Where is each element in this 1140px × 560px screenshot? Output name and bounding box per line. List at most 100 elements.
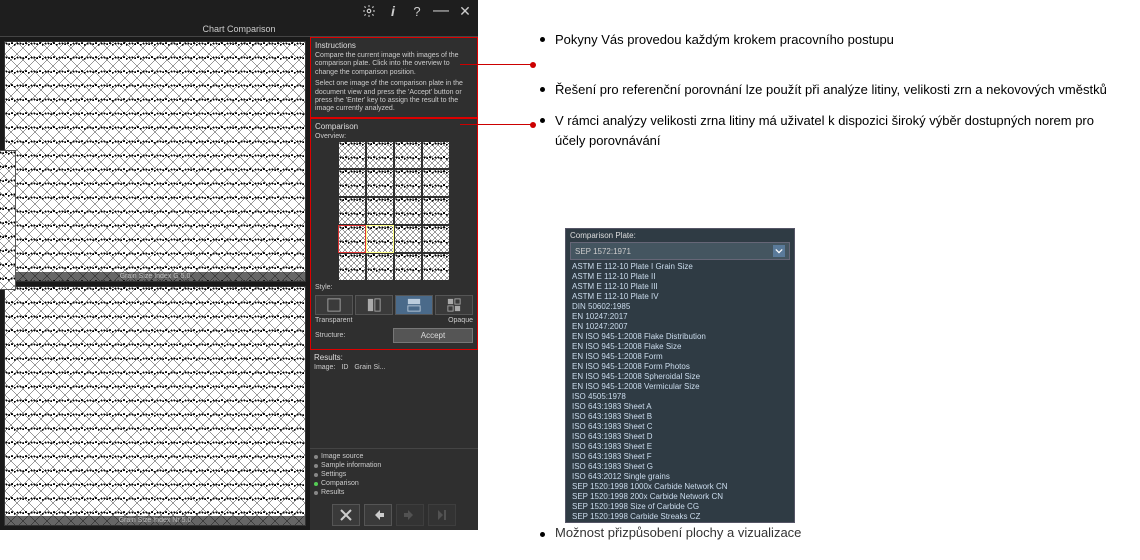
style-btn-2[interactable]: [355, 295, 393, 315]
leader-2: [460, 124, 532, 125]
comparison-header: Comparison: [315, 122, 473, 131]
forward-button[interactable]: [396, 504, 424, 526]
style-label: Style:: [315, 284, 473, 291]
sidebar: Instructions Compare the current image w…: [310, 37, 478, 530]
dropdown-item[interactable]: SEP 1520:1998 Carbide Streaks CZ: [570, 512, 790, 522]
nav-image-source[interactable]: Image source: [314, 452, 474, 461]
instructions-header: Instructions: [315, 41, 473, 50]
app-main: i ? — ✕ Chart Comparison Grain Size Inde…: [0, 0, 478, 530]
dropdown-item[interactable]: EN ISO 945-1:2008 Vermicular Size: [570, 382, 790, 392]
comparison-plate-dropdown: Comparison Plate: SEP 1572:1971 ASTM E 1…: [565, 228, 795, 523]
image-frame-2[interactable]: Grain Size Index Nr 5.0: [4, 286, 306, 527]
annotations: Pokyny Vás provedou každým krokem pracov…: [540, 30, 1120, 162]
plate-cell[interactable]: [395, 142, 421, 168]
dropdown-item[interactable]: EN ISO 945-1:2008 Spheroidal Size: [570, 372, 790, 382]
dropdown-item[interactable]: ASTM E 112-10 Plate I Grain Size: [570, 262, 790, 272]
plate-cell[interactable]: [423, 198, 449, 224]
results-grain-label: Grain Si...: [354, 364, 385, 371]
dropdown-item[interactable]: EN ISO 945-1:2008 Flake Size: [570, 342, 790, 352]
plate-cell-selected[interactable]: [339, 226, 365, 252]
chevron-down-icon[interactable]: [773, 245, 785, 257]
dropdown-item[interactable]: EN ISO 945-1:2008 Flake Distribution: [570, 332, 790, 342]
plate-cell[interactable]: [339, 198, 365, 224]
nav-sample-info[interactable]: Sample information: [314, 461, 474, 470]
plate-cell[interactable]: [395, 254, 421, 280]
dropdown-item[interactable]: EN 10247:2007: [570, 322, 790, 332]
plate-cell[interactable]: [339, 170, 365, 196]
dropdown-item[interactable]: ISO 643:1983 Sheet E: [570, 442, 790, 452]
plate-cell[interactable]: [339, 142, 365, 168]
dropdown-item[interactable]: ISO 4505:1978: [570, 392, 790, 402]
slider-right-label: Opaque: [448, 317, 473, 324]
help-icon[interactable]: ?: [410, 4, 424, 18]
dropdown-item[interactable]: EN 10247:2017: [570, 312, 790, 322]
plate-cell[interactable]: [367, 254, 393, 280]
structure-label: Structure:: [315, 328, 389, 343]
accept-button[interactable]: Accept: [393, 328, 473, 343]
dropdown-item[interactable]: ISO 643:1983 Sheet B: [570, 412, 790, 422]
nav-results[interactable]: Results: [314, 488, 474, 497]
annotation-1: Pokyny Vás provedou každým krokem pracov…: [540, 30, 1120, 50]
style-btn-3[interactable]: [395, 295, 433, 315]
plate-cell[interactable]: [395, 198, 421, 224]
plate-cell[interactable]: [423, 142, 449, 168]
instructions-text-2: Select one image of the comparison plate…: [315, 80, 473, 114]
instructions-section: Instructions Compare the current image w…: [310, 37, 478, 118]
dropdown-item[interactable]: ISO 643:1983 Sheet C: [570, 422, 790, 432]
dropdown-selected[interactable]: SEP 1572:1971: [570, 242, 790, 260]
plate-cell[interactable]: [423, 254, 449, 280]
app-window: i ? — ✕ Chart Comparison Grain Size Inde…: [0, 0, 478, 530]
dropdown-item[interactable]: ISO 643:1983 Sheet G: [570, 462, 790, 472]
plate-cell[interactable]: [367, 198, 393, 224]
plate-cell[interactable]: [395, 226, 421, 252]
dropdown-item[interactable]: ASTM E 112-10 Plate IV: [570, 292, 790, 302]
image-sliver: [0, 150, 16, 290]
plate-cell[interactable]: [423, 226, 449, 252]
results-section: Results: Image: ID Grain Si...: [310, 350, 478, 448]
results-header: Results:: [314, 353, 474, 362]
plate-cell[interactable]: [367, 170, 393, 196]
dropdown-item[interactable]: ISO 643:1983 Sheet D: [570, 432, 790, 442]
plate-cell[interactable]: [339, 254, 365, 280]
annotation-2: Řešení pro referenční porovnání lze použ…: [540, 80, 1120, 100]
forward-end-button[interactable]: [428, 504, 456, 526]
plate-cell[interactable]: [367, 142, 393, 168]
results-id-label: ID: [341, 364, 348, 371]
dropdown-item[interactable]: SEP 1520:1998 Size of Carbide CG: [570, 502, 790, 512]
back-button[interactable]: [364, 504, 392, 526]
comparison-plate-grid[interactable]: [339, 142, 449, 280]
image-frame-1[interactable]: Grain Size Index G 5.0: [4, 41, 306, 282]
nav-comparison[interactable]: Comparison: [314, 479, 474, 488]
cancel-button[interactable]: [332, 504, 360, 526]
dropdown-item[interactable]: DIN 50602:1985: [570, 302, 790, 312]
nav-section: Image source Sample information Settings…: [310, 448, 478, 500]
image-viewer: Grain Size Index G 5.0 Grain Size Index …: [0, 37, 310, 530]
style-btn-1[interactable]: [315, 295, 353, 315]
dropdown-list[interactable]: ASTM E 112-10 Plate I Grain SizeASTM E 1…: [566, 262, 794, 522]
dropdown-item[interactable]: EN ISO 945-1:2008 Form: [570, 352, 790, 362]
dropdown-item[interactable]: ASTM E 112-10 Plate III: [570, 282, 790, 292]
dropdown-item[interactable]: ISO 643:1983 Sheet A: [570, 402, 790, 412]
panel-title: Chart Comparison: [0, 22, 478, 37]
plate-cell[interactable]: [395, 170, 421, 196]
dropdown-item[interactable]: ISO 643:1983 Sheet F: [570, 452, 790, 462]
opacity-slider-row[interactable]: Transparent Opaque: [315, 317, 473, 324]
titlebar: i ? — ✕: [0, 0, 478, 22]
dropdown-item[interactable]: ASTM E 112-10 Plate II: [570, 272, 790, 282]
close-icon[interactable]: ✕: [458, 4, 472, 18]
slider-left-label: Transparent: [315, 317, 352, 324]
plate-cell[interactable]: [423, 170, 449, 196]
gear-icon[interactable]: [362, 4, 376, 18]
annotation-3: V rámci analýzy velikosti zrna litiny má…: [540, 111, 1120, 150]
style-btn-4[interactable]: [435, 295, 473, 315]
info-icon[interactable]: i: [386, 4, 400, 18]
image-caption-2: Grain Size Index Nr 5.0: [5, 516, 305, 525]
dropdown-item[interactable]: EN ISO 945-1:2008 Form Photos: [570, 362, 790, 372]
minimize-icon[interactable]: —: [434, 4, 448, 18]
dropdown-item[interactable]: SEP 1520:1998 1000x Carbide Network CN: [570, 482, 790, 492]
dropdown-item[interactable]: SEP 1520:1998 200x Carbide Network CN: [570, 492, 790, 502]
overview-label: Overview:: [315, 133, 473, 140]
dropdown-item[interactable]: ISO 643:2012 Single grains: [570, 472, 790, 482]
plate-cell-highlight[interactable]: [367, 226, 393, 252]
nav-settings[interactable]: Settings: [314, 470, 474, 479]
